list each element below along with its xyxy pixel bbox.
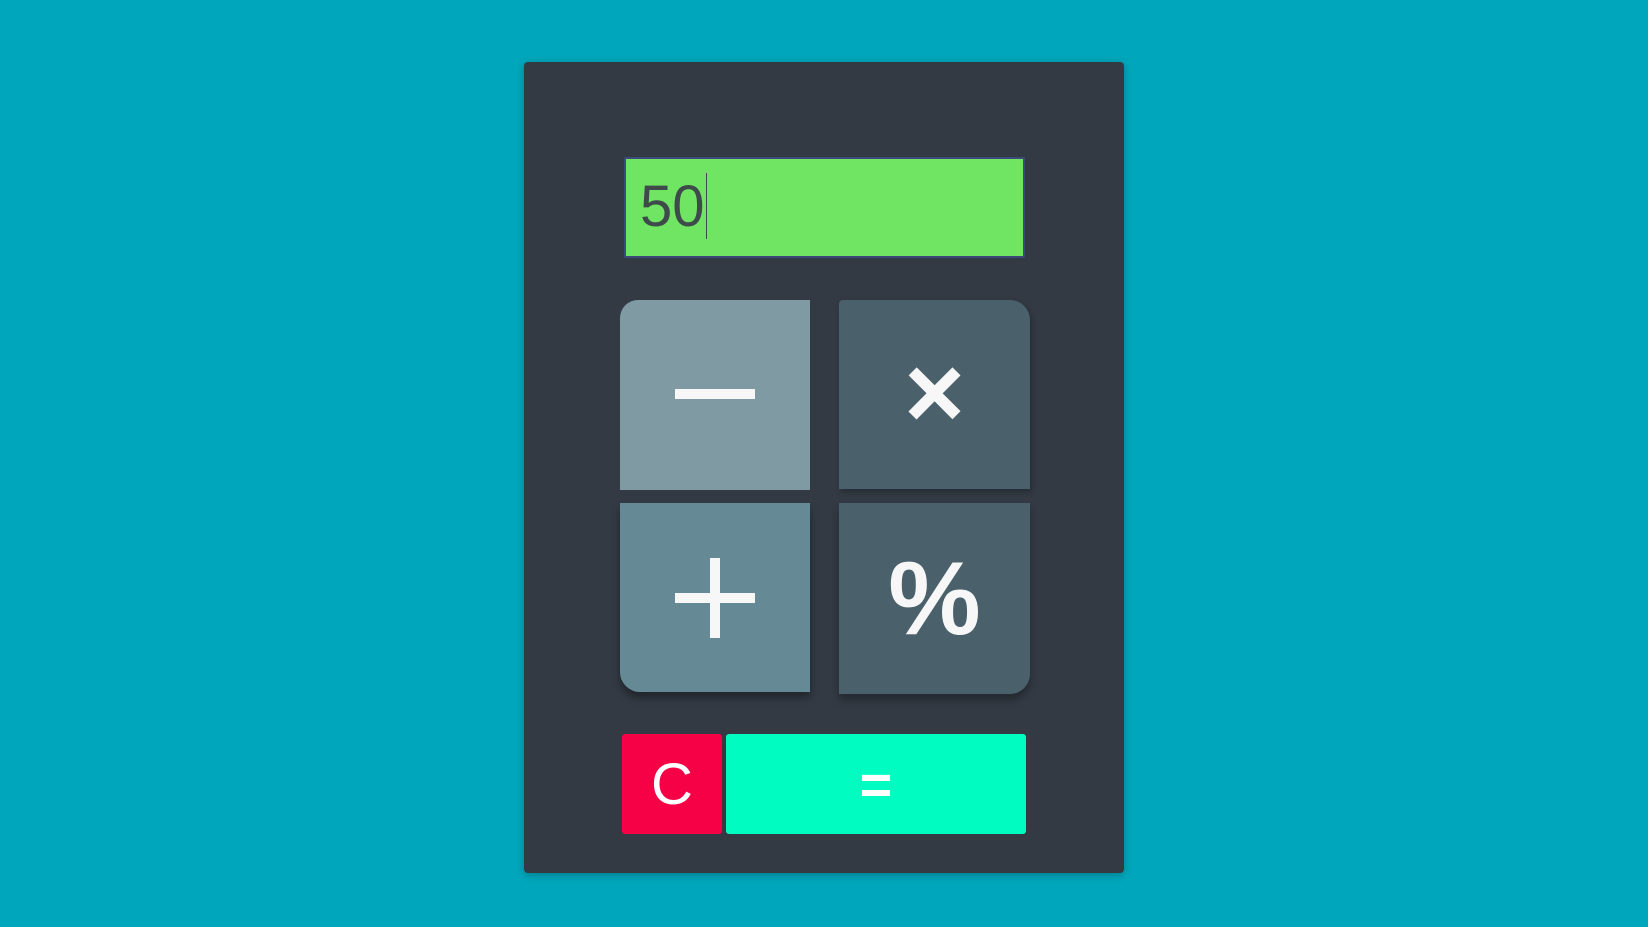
minus-button[interactable] — [620, 300, 810, 490]
display-value: 50 — [640, 174, 705, 239]
percent-icon: % — [888, 540, 981, 657]
display-value-wrap: 50 — [640, 173, 707, 239]
page: { "app": { "title": "Basic Calculator" }… — [0, 0, 1648, 927]
minus-icon — [675, 389, 755, 399]
clear-button[interactable]: C — [622, 734, 722, 834]
clear-label: C — [651, 751, 693, 817]
plus-button[interactable] — [620, 503, 810, 692]
multiply-button[interactable]: × — [839, 300, 1030, 489]
multiply-icon: × — [904, 334, 965, 451]
plus-icon — [675, 557, 755, 638]
percent-button[interactable]: % — [839, 503, 1030, 694]
plus-vertical-bar — [710, 557, 720, 638]
text-caret — [705, 173, 707, 239]
equals-label: = — [859, 752, 893, 816]
equals-button[interactable]: = — [726, 734, 1026, 834]
calculator-display[interactable]: 50 — [624, 157, 1025, 258]
